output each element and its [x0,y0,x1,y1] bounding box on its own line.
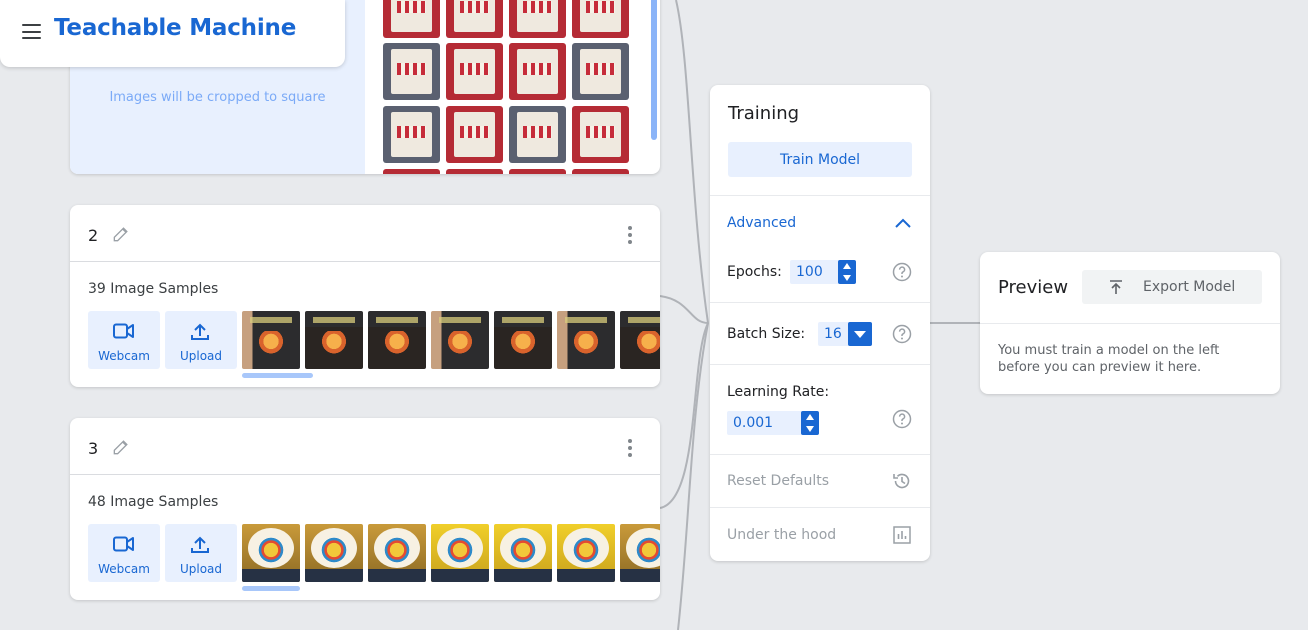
sample-thumbnail[interactable] [509,169,566,174]
class-name[interactable]: 2 [88,226,98,245]
export-icon [1110,280,1122,294]
sample-strip [242,524,660,582]
export-model-label: Export Model [1143,279,1236,295]
sample-count: 48 Image Samples [88,494,219,510]
webcam-button[interactable]: Webcam [88,524,160,582]
webcam-label: Webcam [98,349,150,363]
sample-thumbnail[interactable] [446,0,503,38]
pencil-icon[interactable] [111,437,131,457]
training-panel: Training Train Model Advanced Epochs: 10… [710,85,930,561]
divider [710,454,930,455]
training-title: Training [728,103,800,124]
preview-title: Preview [998,277,1069,298]
sample-thumbnail[interactable] [494,311,552,369]
batch-size-select[interactable]: 16 [818,322,872,346]
class-card-3: 3 48 Image Samples Webcam Upload [70,418,660,600]
help-icon[interactable] [892,324,912,344]
sample-thumbnail[interactable] [509,0,566,38]
divider [710,195,930,196]
vertical-scrollbar[interactable] [651,0,657,140]
sample-thumbnail[interactable] [509,106,566,163]
class-card-2: 2 39 Image Samples Webcam Upload [70,205,660,387]
sample-thumbnail[interactable] [620,524,660,582]
upload-label: Upload [179,562,223,576]
sample-thumbnail[interactable] [242,524,300,582]
sample-thumbnail[interactable] [383,106,440,163]
learning-rate-label: Learning Rate: [727,384,830,400]
sample-thumbnail[interactable] [446,106,503,163]
upload-label: Upload [179,349,223,363]
more-vert-icon[interactable] [626,226,634,244]
batch-size-label: Batch Size: [727,326,806,342]
divider [70,474,660,475]
help-icon[interactable] [892,262,912,282]
preview-message: You must train a model on the left befor… [998,343,1220,375]
sample-thumbnail[interactable] [620,311,660,369]
more-vert-icon[interactable] [626,439,634,457]
sample-thumbnail[interactable] [509,43,566,100]
divider [980,323,1280,324]
menu-icon[interactable] [22,24,41,39]
webcam-button[interactable]: Webcam [88,311,160,369]
sample-thumbnail[interactable] [494,524,552,582]
horizontal-scrollbar[interactable] [242,373,313,378]
sample-thumbnail[interactable] [572,106,629,163]
sample-thumbnail[interactable] [572,0,629,38]
sample-thumbnail[interactable] [446,43,503,100]
sample-thumbnail[interactable] [383,0,440,38]
sample-thumbnail[interactable] [383,43,440,100]
export-model-button[interactable]: Export Model [1082,270,1262,304]
help-icon[interactable] [892,409,912,429]
sample-thumbnail[interactable] [431,524,489,582]
sample-thumbnail[interactable] [383,169,440,174]
upload-button[interactable]: Upload [165,524,237,582]
divider [710,507,930,508]
sample-thumbnail[interactable] [242,311,300,369]
webcam-icon [113,323,134,339]
epochs-label: Epochs: [727,264,782,280]
preview-panel: Preview Export Model You must train a mo… [980,252,1280,394]
app-title: Teachable Machine [54,15,297,41]
divider [70,261,660,262]
learning-rate-input[interactable]: 0.001 [727,411,819,435]
epochs-stepper[interactable] [838,260,856,284]
chevron-up-icon[interactable] [895,218,911,228]
sample-thumbnail[interactable] [572,169,629,174]
upload-icon [191,323,209,340]
sample-count: 39 Image Samples [88,281,219,297]
webcam-icon [113,536,134,552]
train-model-button[interactable]: Train Model [728,142,912,177]
sample-thumbnail[interactable] [572,43,629,100]
batch-size-value: 16 [824,326,842,342]
advanced-toggle[interactable]: Advanced [727,215,796,231]
app-header: Teachable Machine [0,0,345,67]
sample-thumbnail[interactable] [431,311,489,369]
sample-thumbnail[interactable] [368,524,426,582]
sample-thumbnail[interactable] [368,311,426,369]
bar-chart-icon[interactable] [892,525,912,545]
upload-icon [191,536,209,553]
learning-rate-stepper[interactable] [801,411,819,435]
pencil-icon[interactable] [111,224,131,244]
class-name[interactable]: 3 [88,439,98,458]
sample-thumbnail[interactable] [446,169,503,174]
webcam-label: Webcam [98,562,150,576]
learning-rate-value: 0.001 [733,415,774,431]
history-icon[interactable] [892,471,912,491]
divider [710,364,930,365]
sample-thumbnail[interactable] [305,311,363,369]
horizontal-scrollbar[interactable] [242,586,300,591]
epochs-input[interactable]: 100 [790,260,856,284]
reset-defaults-button[interactable]: Reset Defaults [727,473,829,489]
epochs-value: 100 [796,264,823,280]
crop-note: Images will be cropped to square [109,90,326,105]
sample-thumbnail[interactable] [305,524,363,582]
upload-button[interactable]: Upload [165,311,237,369]
divider [710,302,930,303]
dropdown-arrow-icon[interactable] [848,322,872,346]
sample-strip [242,311,660,369]
sample-thumbnail[interactable] [557,311,615,369]
under-the-hood-button[interactable]: Under the hood [727,527,836,543]
sample-thumbnail[interactable] [557,524,615,582]
